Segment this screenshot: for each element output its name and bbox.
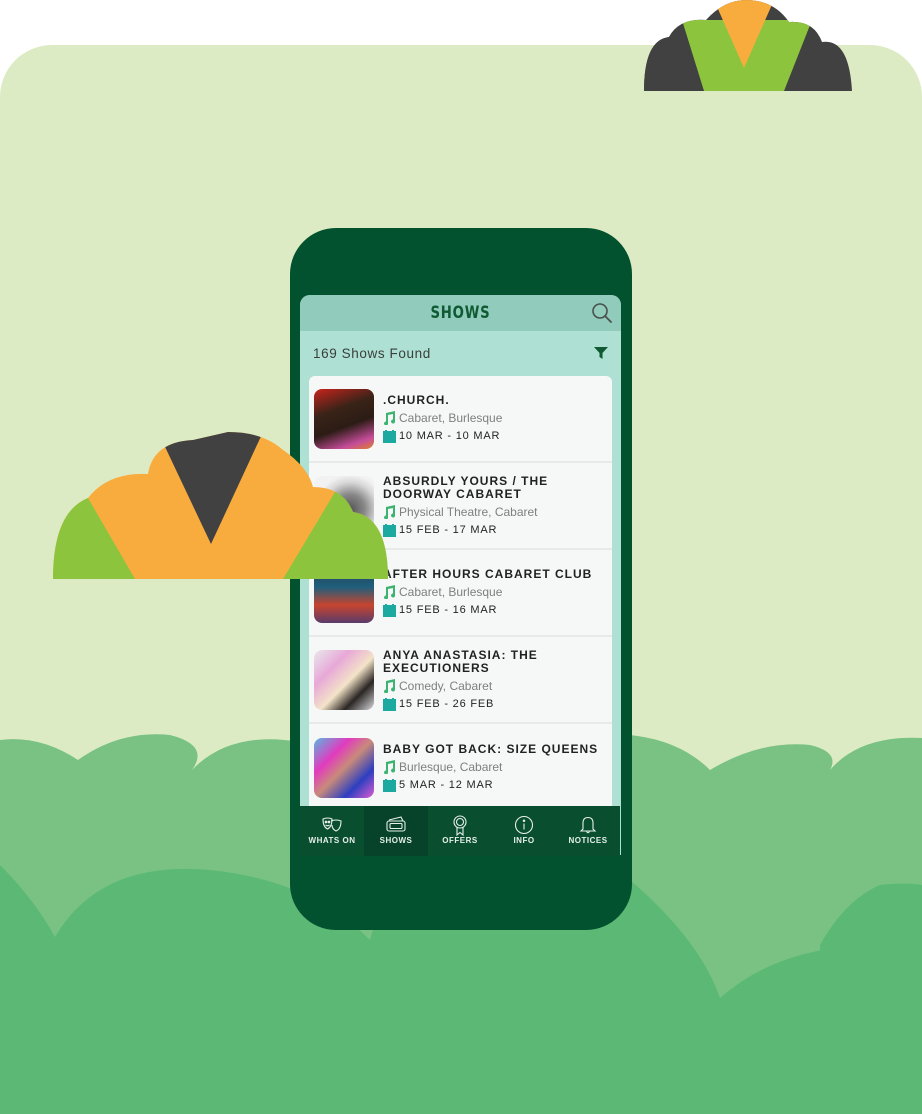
- tab-notices[interactable]: NOTICES: [556, 806, 620, 856]
- show-dates: 15 FEB - 17 MAR: [399, 524, 498, 536]
- tab-label: SHOWS: [379, 836, 413, 845]
- app-header: SHOWS: [300, 295, 621, 331]
- show-genres: Comedy, Cabaret: [399, 678, 493, 693]
- theatre-masks-icon: [322, 817, 342, 832]
- bell-icon: [579, 816, 597, 834]
- cloud-decoration-top: [644, 0, 852, 91]
- show-row[interactable]: ANYA ANASTASIA: THE EXECUTIONERS Comedy,…: [309, 637, 612, 724]
- tab-offers[interactable]: OFFERS: [428, 806, 492, 856]
- tab-label: INFO: [513, 836, 535, 845]
- show-title: ABSURDLY YOURS / THE DOORWAY CABARET: [383, 473, 549, 501]
- show-dates: 10 MAR - 10 MAR: [399, 430, 501, 443]
- results-count: 169 Shows Found: [313, 345, 431, 361]
- cloud-decoration-left: [53, 432, 388, 579]
- music-note-icon: [384, 759, 396, 774]
- show-thumbnail: [314, 649, 374, 710]
- show-genres: Physical Theatre, Cabaret: [399, 504, 538, 519]
- show-genres: Burlesque, Cabaret: [399, 759, 503, 774]
- search-icon[interactable]: [591, 302, 613, 324]
- tab-label: NOTICES: [568, 836, 608, 845]
- show-title: AFTER HOURS CABARET CLUB: [383, 567, 593, 582]
- music-note-icon: [384, 584, 396, 599]
- tab-info[interactable]: INFO: [492, 806, 556, 856]
- show-title: ANYA ANASTASIA: THE EXECUTIONERS: [383, 647, 538, 675]
- music-note-icon: [384, 678, 396, 693]
- music-note-icon: [384, 410, 396, 425]
- results-bar: 169 Shows Found: [300, 331, 621, 375]
- show-title: .CHURCH.: [383, 393, 450, 408]
- show-title: BABY GOT BACK: SIZE QUEENS: [383, 742, 599, 757]
- calendar-icon: [383, 697, 396, 711]
- award-ribbon-icon: [453, 815, 467, 837]
- tab-label: WHATS ON: [308, 836, 356, 845]
- tab-shows[interactable]: SHOWS: [364, 806, 428, 856]
- calendar-icon: [383, 603, 396, 617]
- show-genres: Cabaret, Burlesque: [399, 410, 503, 425]
- page-title: SHOWS: [430, 303, 491, 323]
- tab-label: OFFERS: [442, 836, 478, 845]
- filter-icon[interactable]: [593, 345, 609, 361]
- calendar-icon: [383, 778, 396, 792]
- info-icon: [514, 815, 534, 835]
- show-thumbnail: [314, 737, 374, 798]
- show-dates: 15 FEB - 26 FEB: [399, 698, 495, 710]
- show-dates: 15 FEB - 16 MAR: [399, 604, 498, 617]
- show-genres: Cabaret, Burlesque: [399, 584, 503, 599]
- show-row[interactable]: BABY GOT BACK: SIZE QUEENS Burlesque, Ca…: [309, 724, 612, 806]
- tickets-icon: [386, 816, 406, 832]
- tab-whats-on[interactable]: WHATS ON: [300, 806, 364, 856]
- bottom-tab-bar: WHATS ON SHOWS OFFERS INFO NOTICES: [300, 806, 620, 856]
- show-dates: 5 MAR - 12 MAR: [399, 779, 494, 792]
